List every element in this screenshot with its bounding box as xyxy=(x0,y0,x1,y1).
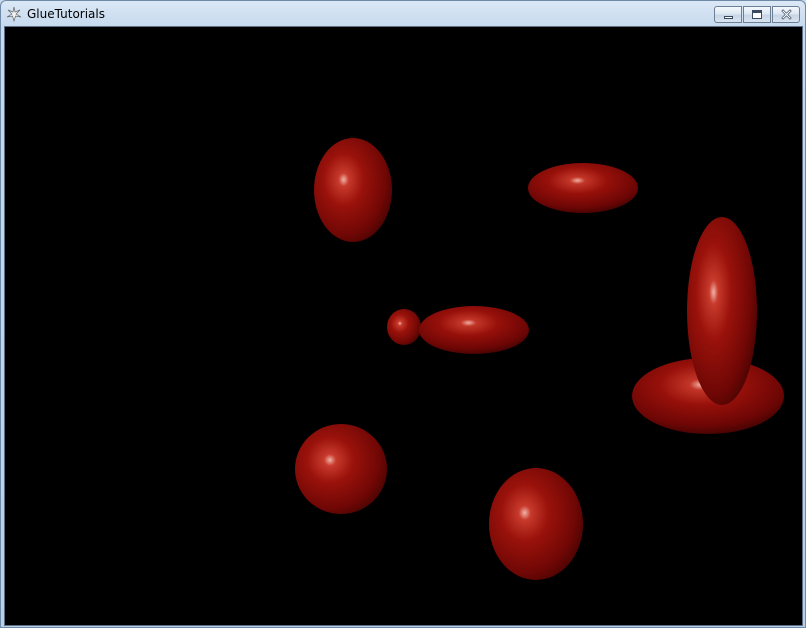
caption-buttons xyxy=(714,6,800,23)
ellipsoid-object xyxy=(489,468,583,580)
maximize-button[interactable] xyxy=(743,6,771,23)
sphere-object xyxy=(387,309,421,345)
render-viewport[interactable] xyxy=(4,26,803,626)
app-icon xyxy=(6,6,22,22)
title-bar[interactable]: GlueTutorials xyxy=(1,1,805,26)
close-button[interactable] xyxy=(772,6,800,23)
window-title: GlueTutorials xyxy=(27,7,105,21)
application-window: GlueTutorials xyxy=(0,0,806,628)
close-icon xyxy=(781,9,792,20)
minimize-button[interactable] xyxy=(714,6,742,23)
maximize-icon xyxy=(752,10,762,19)
ellipsoid-object xyxy=(314,138,392,242)
ellipsoid-object xyxy=(687,217,757,405)
sphere-object xyxy=(295,424,387,514)
ellipsoid-object xyxy=(528,163,638,213)
opengl-scene xyxy=(295,138,784,580)
minimize-icon xyxy=(724,16,733,19)
ellipsoid-object xyxy=(419,306,529,354)
